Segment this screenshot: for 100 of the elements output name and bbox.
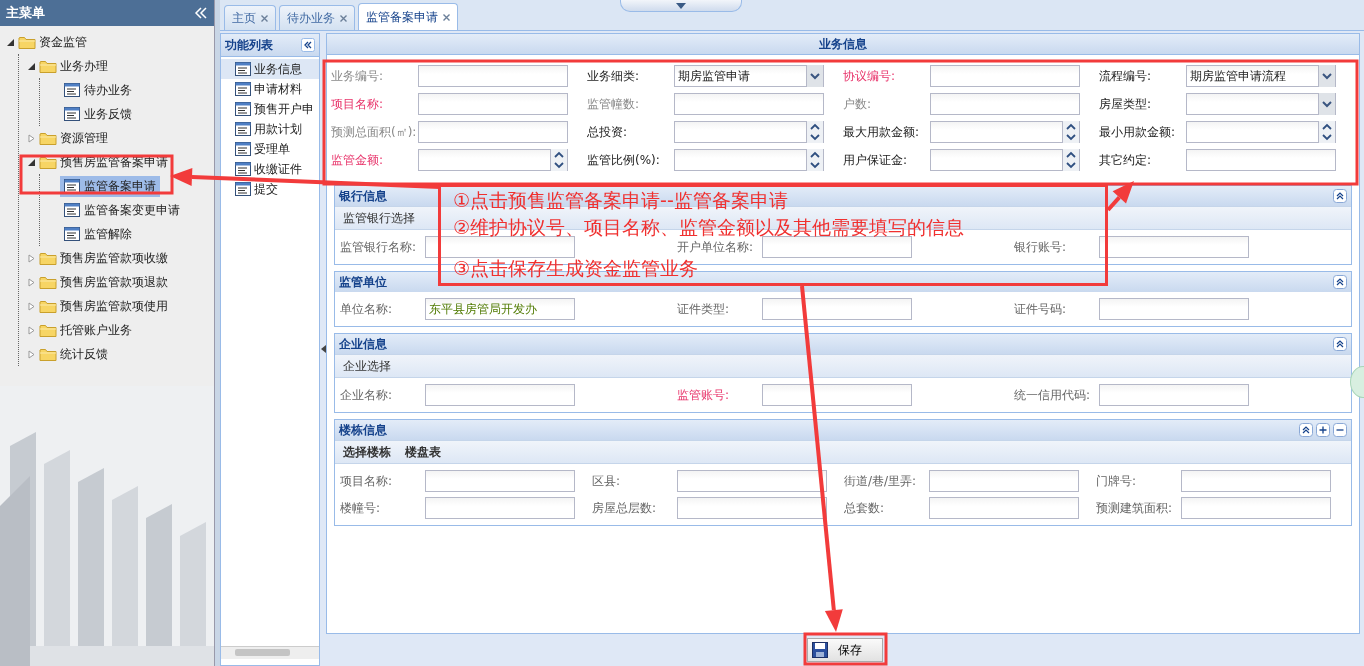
- toolbar-button[interactable]: 楼盘表: [405, 443, 441, 461]
- tab[interactable]: 待办业务: [279, 5, 355, 30]
- input-field[interactable]: [425, 384, 575, 406]
- section-title: 企业信息: [339, 335, 387, 353]
- tree-item[interactable]: 监管备案变更申请: [60, 199, 184, 221]
- field-label: 监管比例(%):: [587, 153, 661, 167]
- field-label: 其它约定:: [1099, 153, 1153, 167]
- spinner-field[interactable]: [674, 149, 824, 171]
- spinner-field[interactable]: [674, 121, 824, 143]
- collapse-icon[interactable]: [1333, 337, 1347, 351]
- spinner-field[interactable]: [930, 121, 1080, 143]
- document-icon: [235, 62, 251, 76]
- close-icon[interactable]: [443, 13, 450, 21]
- tree-item[interactable]: 资源管理: [60, 129, 108, 147]
- toolbar-button[interactable]: 选择楼栋: [343, 443, 391, 461]
- save-button[interactable]: 保存: [807, 638, 883, 662]
- panel-toggle-handle[interactable]: [620, 0, 742, 12]
- list-item[interactable]: 用款计划: [221, 119, 319, 139]
- list-item[interactable]: 预售开户申: [221, 99, 319, 119]
- list-item[interactable]: 受理单: [221, 139, 319, 159]
- input-field[interactable]: [1099, 236, 1249, 258]
- spinner-field[interactable]: [930, 149, 1080, 171]
- input-field[interactable]: [1099, 384, 1249, 406]
- spin-arrows-icon[interactable]: [1062, 121, 1079, 143]
- spinner-field[interactable]: [1186, 121, 1336, 143]
- close-icon[interactable]: [261, 14, 268, 22]
- folder-icon: [39, 250, 57, 266]
- input-field[interactable]: [1181, 497, 1331, 519]
- tree-item[interactable]: 监管备案申请: [60, 175, 160, 197]
- dropdown-arrow-icon[interactable]: [1318, 93, 1335, 115]
- input-field[interactable]: [677, 497, 827, 519]
- dropdown-field[interactable]: 期房监管申请: [674, 65, 824, 87]
- input-field[interactable]: [930, 93, 1080, 115]
- field-label: 企业名称:: [340, 386, 394, 404]
- input-field[interactable]: [418, 93, 568, 115]
- input-field[interactable]: [1181, 470, 1331, 492]
- list-item[interactable]: 提交: [221, 179, 319, 199]
- spin-arrows-icon[interactable]: [806, 149, 823, 171]
- input-field[interactable]: [929, 470, 1079, 492]
- tab[interactable]: 监管备案申请: [358, 3, 458, 30]
- input-field[interactable]: [418, 121, 568, 143]
- close-icon[interactable]: [340, 14, 347, 22]
- input-field[interactable]: [425, 470, 575, 492]
- input-field[interactable]: [425, 236, 575, 258]
- tree-item[interactable]: 业务反馈: [60, 103, 136, 125]
- input-field[interactable]: [930, 65, 1080, 87]
- tree-item[interactable]: 监管解除: [60, 223, 136, 245]
- input-field[interactable]: [762, 384, 912, 406]
- spinner-field[interactable]: [418, 149, 568, 171]
- field-label: 门牌号:: [1096, 472, 1138, 490]
- input-field[interactable]: 东平县房管局开发办: [425, 298, 575, 320]
- plus-icon[interactable]: [1316, 423, 1330, 437]
- spin-arrows-icon[interactable]: [806, 121, 823, 143]
- collapse-icon[interactable]: [1333, 275, 1347, 289]
- expander-icon[interactable]: [27, 61, 36, 71]
- expander-icon[interactable]: [6, 37, 15, 47]
- field-label: 业务编号:: [331, 69, 385, 83]
- input-field[interactable]: [762, 236, 912, 258]
- tree-item[interactable]: 统计反馈: [60, 345, 108, 363]
- annotation-text: ③点击保存生成资金监管业务: [453, 258, 699, 279]
- spin-arrows-icon[interactable]: [550, 149, 567, 171]
- input-field[interactable]: [425, 497, 575, 519]
- field-label: 最小用款金额:: [1099, 125, 1177, 139]
- folder-icon: [39, 274, 57, 290]
- tree-item[interactable]: 业务办理: [60, 57, 108, 75]
- dropdown-arrow-icon[interactable]: [1318, 65, 1335, 87]
- tree-item[interactable]: 预售房监管款项使用: [60, 297, 168, 315]
- tree-item[interactable]: 预售房监管备案申请: [60, 153, 168, 171]
- input-field[interactable]: [1099, 298, 1249, 320]
- dropdown-field[interactable]: 期房监管申请流程: [1186, 65, 1336, 87]
- scrollbar[interactable]: [221, 646, 319, 659]
- field-label: 房屋总层数:: [592, 499, 658, 517]
- input-field[interactable]: [674, 93, 824, 115]
- tree-item[interactable]: 资金监管: [39, 33, 87, 51]
- expander-icon[interactable]: [27, 157, 36, 167]
- dropdown-arrow-icon[interactable]: [806, 65, 823, 87]
- minus-icon[interactable]: [1333, 423, 1347, 437]
- tree-item[interactable]: 待办业务: [60, 79, 136, 101]
- collapse-icon[interactable]: [301, 38, 315, 52]
- tree-item[interactable]: 预售房监管款项退款: [60, 273, 168, 291]
- field-label: 单位名称:: [340, 300, 394, 318]
- spin-arrows-icon[interactable]: [1318, 121, 1335, 143]
- list-item[interactable]: 申请材料: [221, 79, 319, 99]
- input-field[interactable]: [677, 470, 827, 492]
- input-field[interactable]: [762, 298, 912, 320]
- collapse-icon[interactable]: [1333, 189, 1347, 203]
- tree-item[interactable]: 预售房监管款项收缴: [60, 249, 168, 267]
- input-field[interactable]: [1186, 149, 1336, 171]
- spin-arrows-icon[interactable]: [1062, 149, 1079, 171]
- tab[interactable]: 主页: [224, 5, 276, 30]
- toolbar-button[interactable]: 企业选择: [343, 357, 391, 375]
- list-item[interactable]: 收缴证件: [221, 159, 319, 179]
- input-field[interactable]: [418, 65, 568, 87]
- collapse-icon[interactable]: [1299, 423, 1313, 437]
- list-item[interactable]: 业务信息: [221, 59, 319, 79]
- splitter-arrow-icon[interactable]: [320, 344, 326, 353]
- tree-item[interactable]: 托管账户业务: [60, 321, 132, 339]
- dropdown-field[interactable]: [1186, 93, 1336, 115]
- input-field[interactable]: [929, 497, 1079, 519]
- toolbar-button[interactable]: 监管银行选择: [343, 209, 415, 227]
